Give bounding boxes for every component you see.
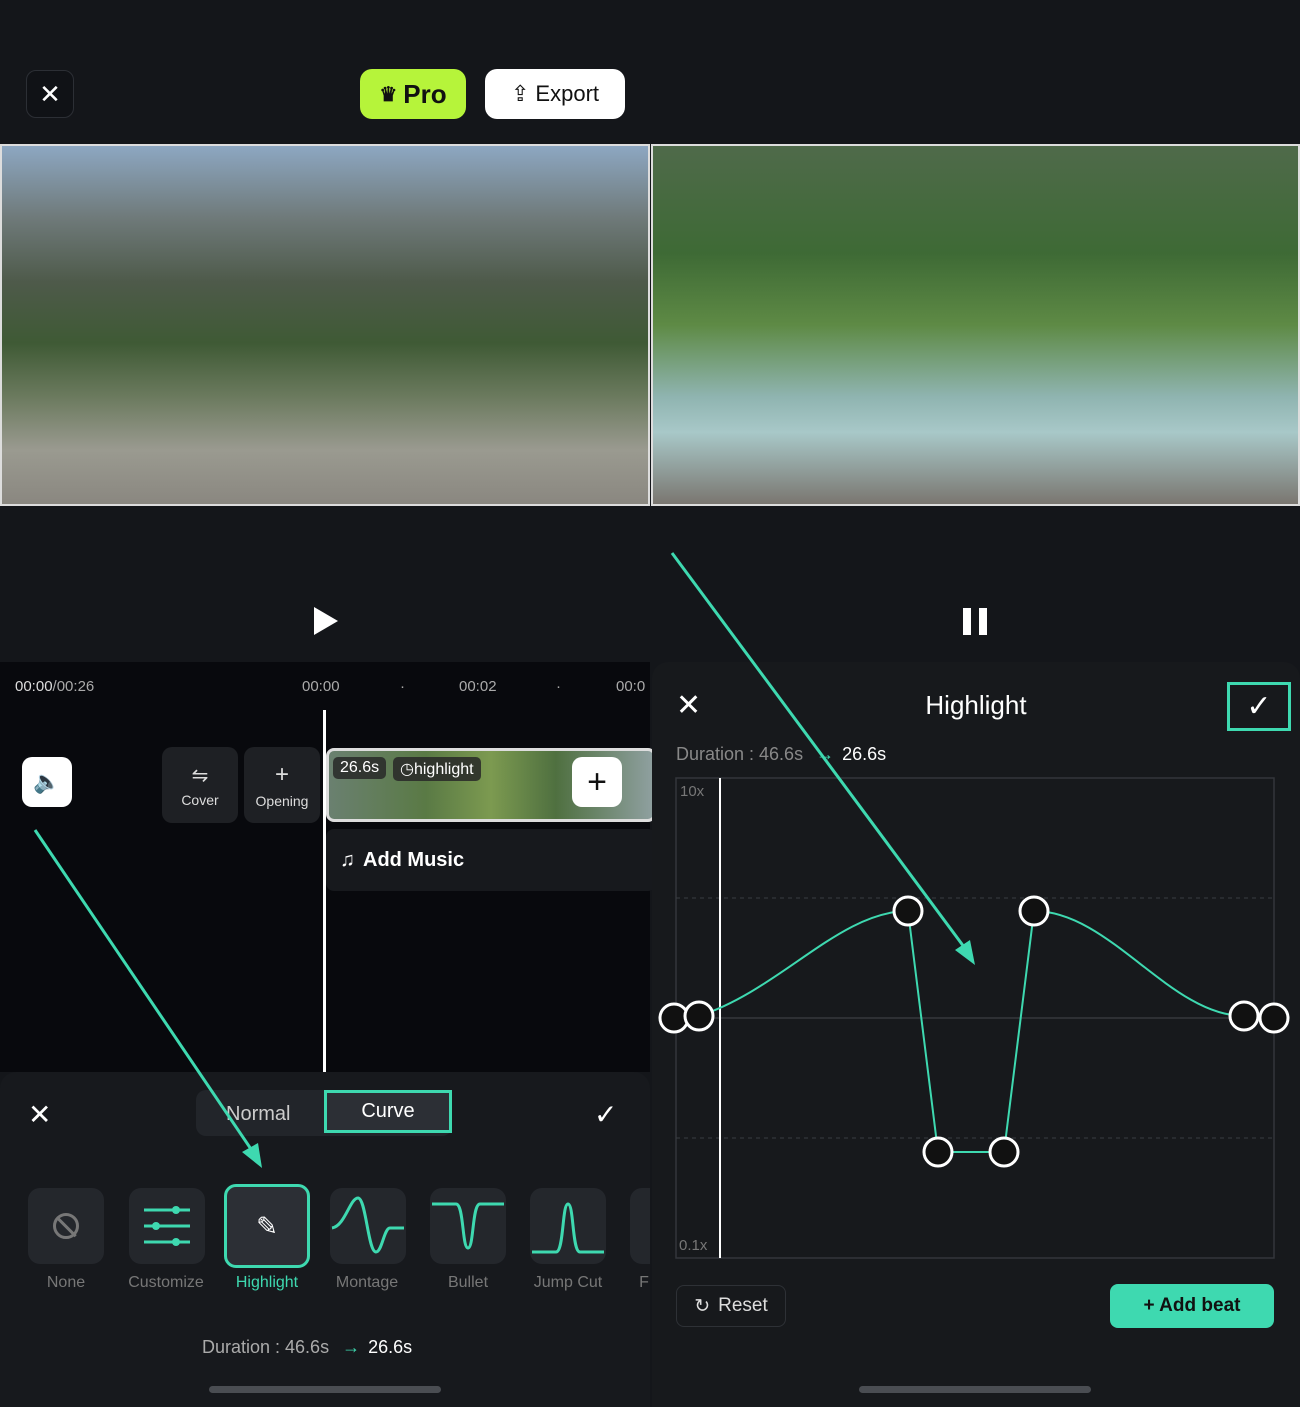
annotation-arrowhead <box>242 1143 262 1168</box>
add-beat-button[interactable]: + Add beat <box>1110 1284 1274 1328</box>
beat-point[interactable] <box>683 1000 715 1032</box>
beat-point[interactable] <box>988 1136 1020 1168</box>
beat-point[interactable] <box>1228 1000 1260 1032</box>
beat-point[interactable] <box>1018 895 1050 927</box>
beat-point[interactable] <box>1258 1002 1290 1034</box>
home-indicator <box>859 1386 1091 1393</box>
speed-curve-graph[interactable] <box>0 0 1300 1407</box>
beat-point[interactable] <box>892 895 924 927</box>
annotation-arrow <box>33 829 257 1156</box>
reset-icon: ↻ <box>694 1295 711 1317</box>
y-max-label: 10x <box>680 783 705 800</box>
beat-point[interactable] <box>922 1136 954 1168</box>
speed-curve <box>698 909 1245 1153</box>
y-min-label: 0.1x <box>679 1237 708 1254</box>
annotation-arrowhead <box>955 940 975 965</box>
reset-button[interactable]: ↻ Reset <box>676 1285 786 1327</box>
annotation-arrow <box>670 552 972 956</box>
